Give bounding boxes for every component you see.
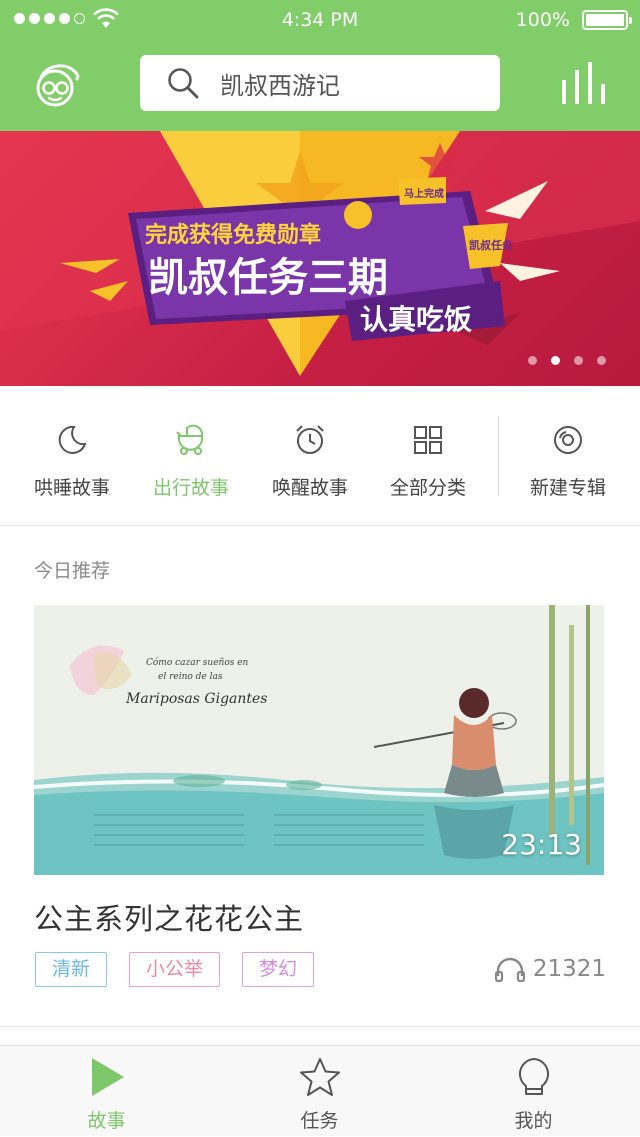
tag-little-princess[interactable]: 小公举: [129, 952, 221, 987]
play-count-value: 21321: [532, 956, 606, 982]
moon-icon: [58, 425, 87, 454]
status-bar: 4:34 PM 100%: [0, 0, 640, 40]
category-sleep-stories[interactable]: 哄睡故事: [12, 386, 132, 526]
story-cover[interactable]: Cómo cazar sueños en el reino de las Mar…: [34, 605, 604, 875]
banner-line3: 认真吃饭: [360, 303, 472, 336]
tab-label: 任务: [300, 1110, 339, 1132]
star-icon: [300, 1058, 340, 1096]
story-duration: 23:13: [501, 828, 582, 861]
cover-caption-line3: Mariposas Gigantes: [125, 691, 268, 707]
tab-tasks[interactable]: 任务: [213, 1046, 426, 1137]
category-row: 哄睡故事 出行故事 唤醒故事 全部分类 新建专辑: [0, 386, 640, 526]
battery-percent: 100%: [515, 9, 570, 31]
search-bar[interactable]: [140, 55, 500, 111]
search-icon: [168, 68, 199, 99]
pager-dot[interactable]: [597, 356, 606, 365]
category-all[interactable]: 全部分类: [368, 386, 488, 526]
play-count: 21321: [494, 956, 606, 982]
story-title[interactable]: 公主系列之花花公主: [34, 896, 304, 938]
ranking-chart-icon[interactable]: [560, 62, 606, 104]
banner-badge: 马上完成: [404, 187, 444, 200]
tag-fresh[interactable]: 清新: [35, 952, 108, 987]
tag-dreamy[interactable]: 梦幻: [242, 952, 315, 987]
profile-icon: [519, 1058, 549, 1095]
stroller-icon: [176, 424, 204, 455]
pager-dot-active[interactable]: [551, 356, 560, 365]
pager-dot[interactable]: [574, 356, 583, 365]
category-wakeup-stories[interactable]: 唤醒故事: [250, 386, 370, 526]
category-label: 唤醒故事: [271, 477, 348, 499]
banner-side-tag: 凯叔任务: [469, 238, 514, 252]
cover-caption-line2: el reino de las: [158, 672, 223, 682]
banner-artwork: 完成获得免费勋章 凯叔任务三期 认真吃饭 马上完成 凯叔任务: [0, 131, 640, 376]
divider: [0, 1026, 640, 1027]
category-label: 哄睡故事: [33, 477, 110, 499]
banner-line1: 完成获得免费勋章: [145, 222, 321, 248]
section-title: 今日推荐: [34, 560, 111, 582]
bottom-tab-bar: 故事 任务 我的: [0, 1045, 640, 1136]
banner-pager[interactable]: [528, 356, 606, 365]
category-travel-stories[interactable]: 出行故事: [131, 386, 251, 526]
story-tags: 清新 小公举 梦幻: [35, 952, 315, 987]
kaishu-avatar-icon[interactable]: [33, 60, 81, 108]
tab-label: 故事: [87, 1110, 126, 1132]
disc-icon: [554, 426, 582, 454]
tab-label: 我的: [514, 1110, 553, 1132]
search-input[interactable]: [220, 69, 500, 97]
grid-icon: [414, 426, 442, 454]
category-label: 出行故事: [152, 477, 229, 499]
category-new-album[interactable]: 新建专辑: [508, 386, 628, 526]
category-label: 新建专辑: [529, 477, 606, 499]
category-label: 全部分类: [389, 477, 466, 499]
tab-stories[interactable]: 故事: [0, 1046, 213, 1137]
play-icon: [92, 1058, 124, 1096]
promo-banner[interactable]: 完成获得免费勋章 凯叔任务三期 认真吃饭 马上完成 凯叔任务: [0, 131, 640, 386]
banner-line2: 凯叔任务三期: [148, 255, 388, 301]
headphones-icon: [494, 957, 525, 982]
cover-caption-line1: Cómo cazar sueños en: [146, 657, 249, 668]
category-divider: [498, 416, 499, 496]
pager-dot[interactable]: [528, 356, 537, 365]
top-header: 4:34 PM 100%: [0, 0, 640, 131]
battery-icon: [582, 10, 632, 30]
tab-mine[interactable]: 我的: [427, 1046, 640, 1137]
alarm-clock-icon: [296, 425, 324, 454]
